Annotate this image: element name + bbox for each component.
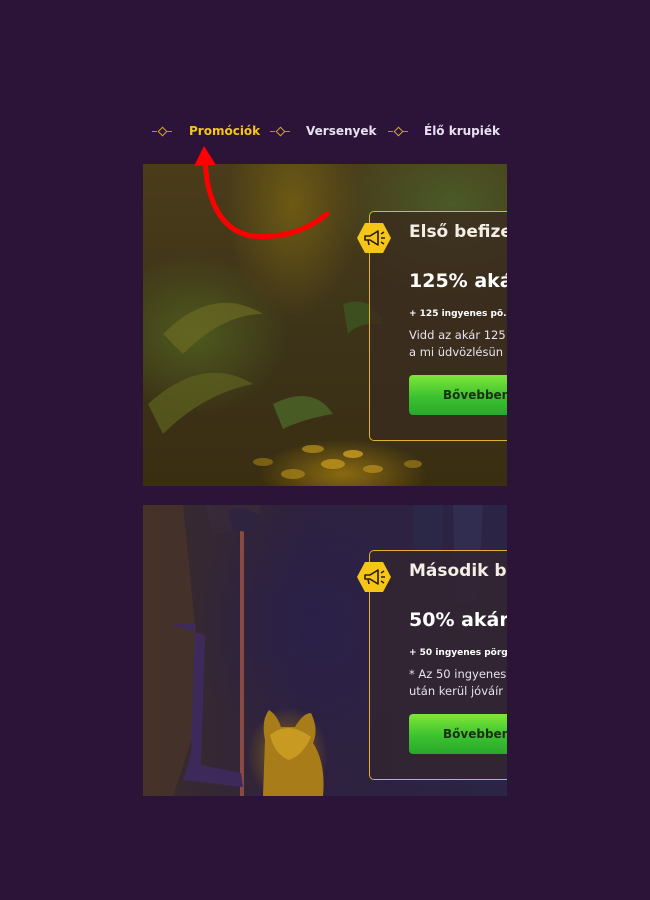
promo-description: * Az 50 ingyenes után kerül jóváír	[409, 666, 506, 700]
promo-headline: 125% aká	[409, 270, 507, 292]
nav-item-live-dealers[interactable]: Élő krupiék	[424, 120, 500, 142]
promo-subtitle: + 125 ingyenes pö...	[409, 309, 507, 319]
promo-category-nav: Promóciók Versenyek Élő krupiék	[0, 120, 650, 142]
promo-headline: 50% akár	[409, 609, 507, 631]
megaphone-icon	[357, 223, 391, 253]
promo-description-line: után kerül jóváír	[409, 684, 503, 698]
promo-title: Második b...	[409, 561, 507, 581]
promo-title: Első befize	[409, 222, 507, 242]
promo-description-line: Vidd az akár 125	[409, 328, 506, 342]
red-curved-arrow-icon	[194, 146, 330, 239]
more-info-button[interactable]: Bővebben	[409, 375, 507, 415]
megaphone-icon	[357, 562, 391, 592]
more-info-button[interactable]: Bővebben	[409, 714, 507, 754]
promo-subtitle: + 50 ingyenes pörget	[409, 648, 507, 658]
nav-item-promotions[interactable]: Promóciók	[189, 120, 260, 142]
promo-content-box: Második b... 50% akár + 50 ingyenes pörg…	[357, 550, 507, 780]
nav-item-tournaments[interactable]: Versenyek	[306, 120, 376, 142]
diamond-divider-icon	[152, 125, 172, 137]
promo-description-line: a mi üdvözlésün	[409, 345, 504, 359]
diamond-divider-icon	[270, 125, 290, 137]
promo-card-second-deposit: Második b... 50% akár + 50 ingyenes pörg…	[143, 505, 507, 796]
promo-content-box: Első befize 125% aká + 125 ingyenes pö..…	[357, 211, 507, 441]
promo-description-line: * Az 50 ingyenes	[409, 667, 507, 681]
diamond-divider-icon	[388, 125, 408, 137]
promo-description: Vidd az akár 125 a mi üdvözlésün	[409, 327, 506, 361]
